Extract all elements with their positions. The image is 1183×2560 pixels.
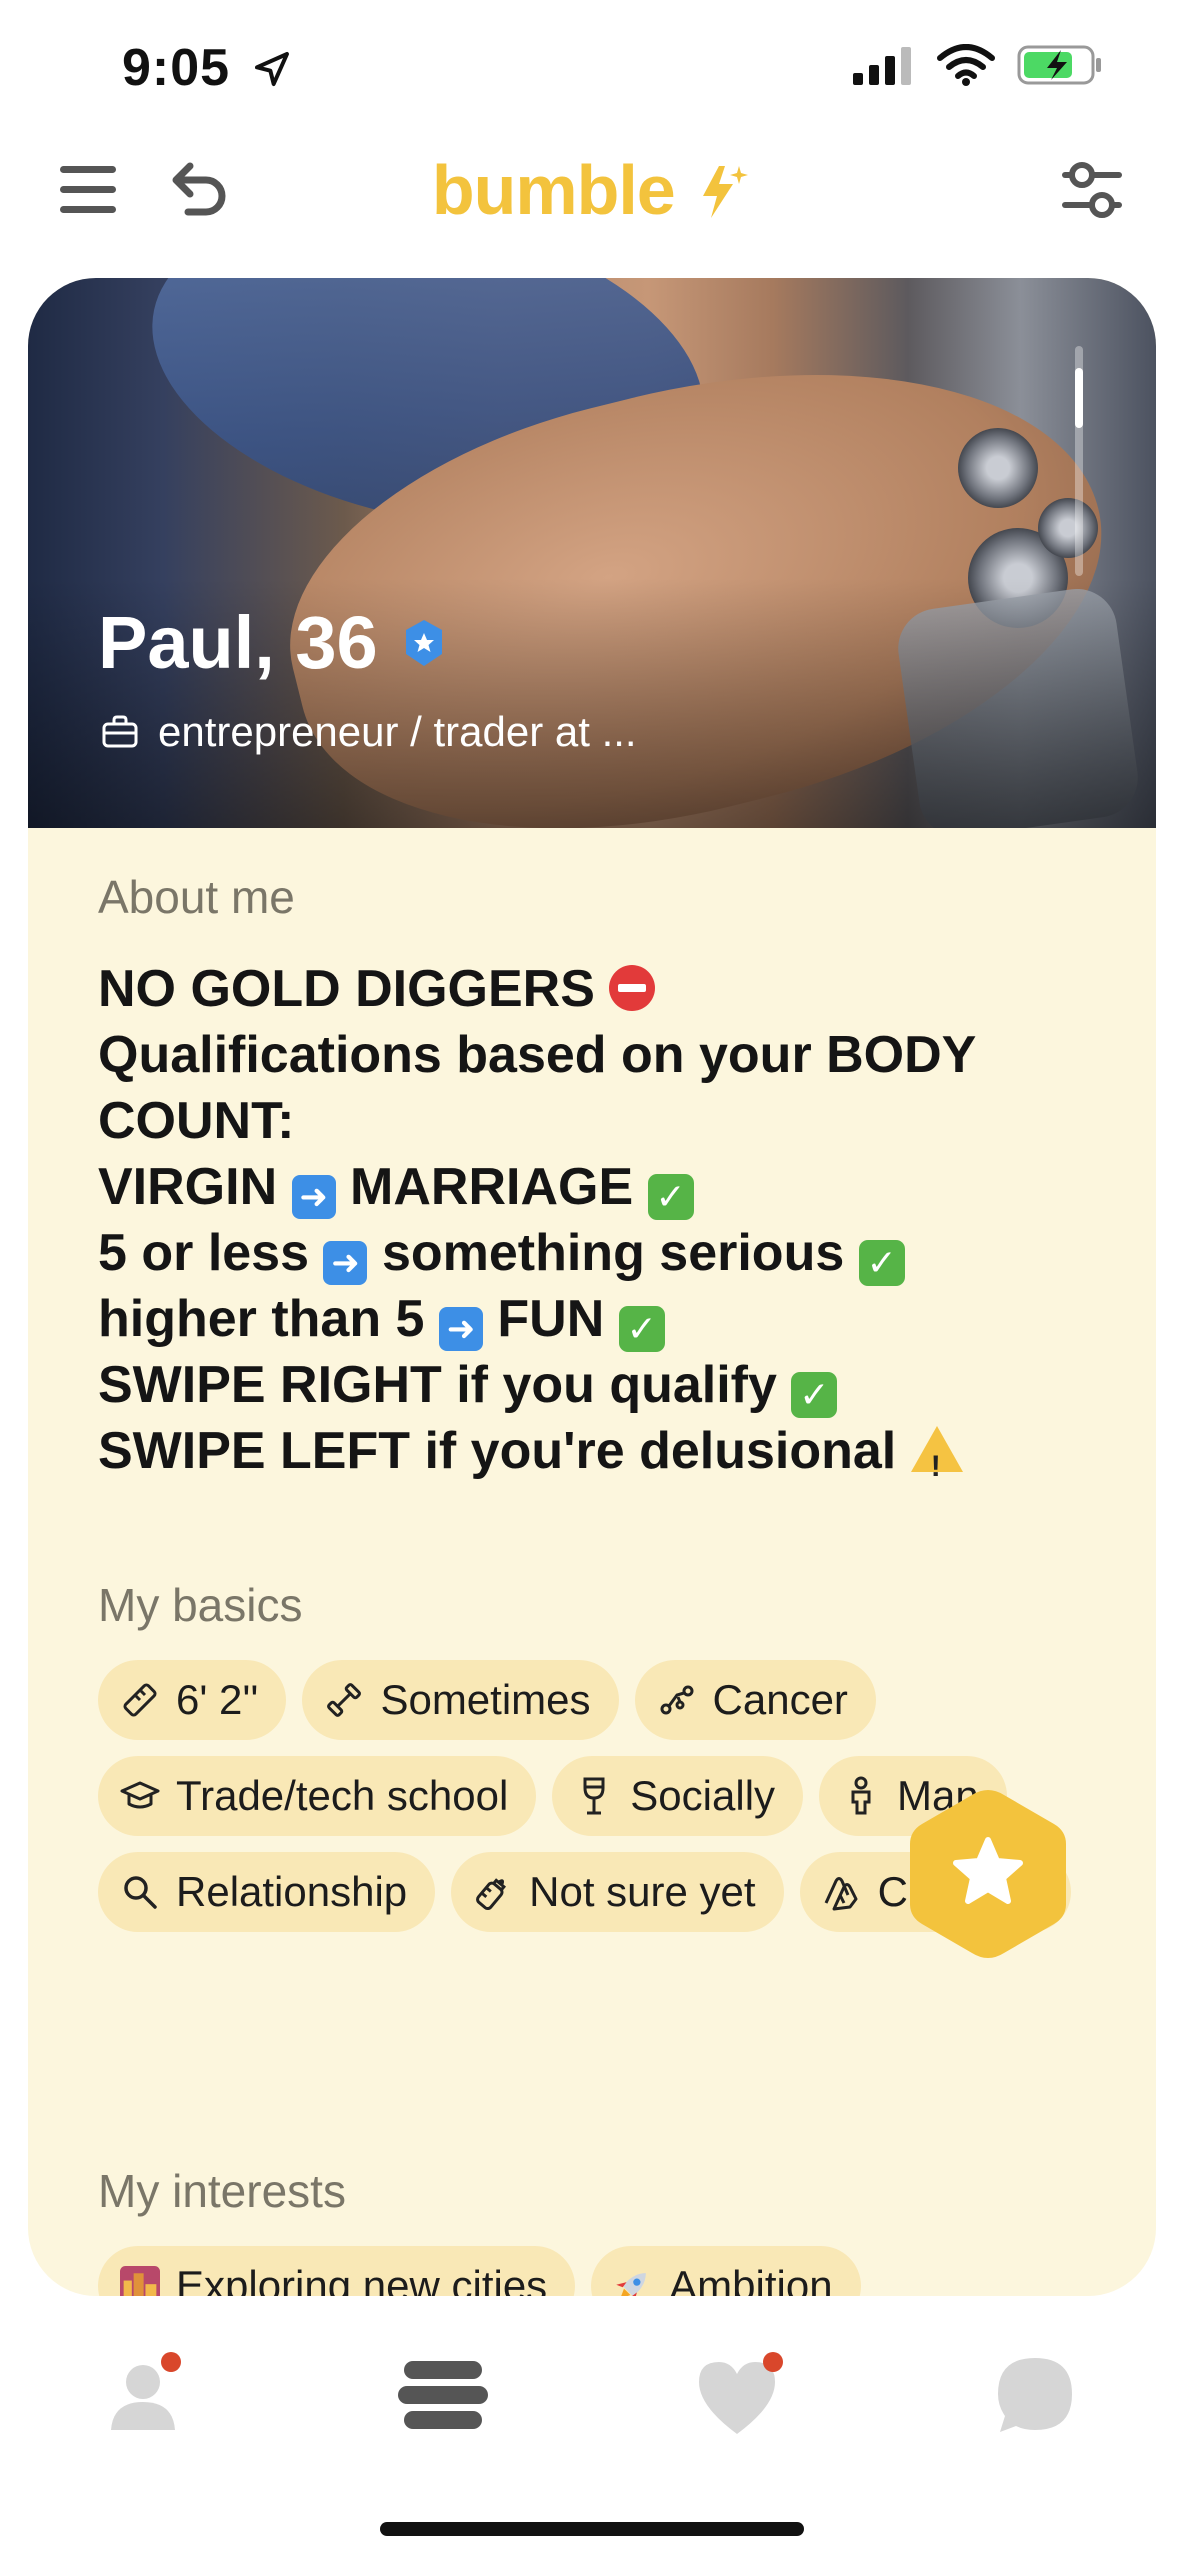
ruler-icon	[123, 1683, 157, 1717]
star-hexagon-icon	[910, 1790, 1066, 1958]
check-mark-emoji: ✓	[858, 1240, 905, 1286]
superswipe-button[interactable]	[900, 1786, 1076, 1962]
praying-hands-icon	[824, 1877, 858, 1911]
zodiac-icon	[660, 1685, 694, 1715]
nav-likes[interactable]	[686, 2340, 796, 2450]
person-icon	[851, 1776, 871, 1815]
chip-interest-cities: Exploring new cities	[98, 2246, 576, 2296]
chip-kids: Not sure yet	[451, 1852, 784, 1932]
home-indicator	[380, 2522, 804, 2536]
profile-job: entrepreneur / trader at ...	[102, 708, 637, 756]
chip-exercise: Sometimes	[302, 1660, 619, 1740]
profile-photo[interactable]: Paul, 36 entrepreneur / trader at ...	[28, 278, 1156, 828]
chip-height: 6' 2''	[98, 1660, 287, 1740]
no-entry-emoji	[609, 965, 656, 1011]
magnifier-icon	[124, 1876, 157, 1909]
status-icons	[853, 44, 1103, 86]
cityscape-emoji	[120, 2266, 160, 2296]
wifi-icon	[937, 44, 995, 86]
profile-icon	[111, 2352, 181, 2430]
chat-bubble-icon	[998, 2358, 1072, 2432]
check-mark-emoji: ✓	[791, 1372, 838, 1418]
bottom-nav	[0, 2300, 1183, 2500]
filters-button[interactable]	[1052, 150, 1132, 230]
right-arrow-emoji: ➜	[323, 1241, 368, 1285]
graduation-cap-icon	[120, 1781, 160, 1809]
check-mark-emoji: ✓	[618, 1306, 665, 1352]
chip-drinking: Socially	[552, 1756, 804, 1836]
nav-chats[interactable]	[980, 2340, 1090, 2450]
status-time: 9:05	[122, 38, 292, 98]
basics-title: My basics	[98, 1579, 303, 1631]
profile-name: Paul, 36	[98, 600, 446, 685]
heart-icon	[699, 2352, 783, 2434]
chip-education: Trade/tech school	[98, 1756, 537, 1836]
about-title: About me	[98, 871, 295, 923]
cellular-signal-icon	[853, 47, 911, 85]
rocket-emoji	[616, 2273, 647, 2296]
check-mark-emoji: ✓	[647, 1174, 694, 1220]
nav-profile[interactable]	[95, 2340, 205, 2450]
right-arrow-emoji: ➜	[438, 1307, 483, 1351]
briefcase-icon	[102, 715, 138, 748]
about-text: NO GOLD DIGGERS Qualifications based on …	[98, 960, 977, 1483]
baby-bottle-icon	[476, 1878, 507, 1911]
interests-title: My interests	[98, 2165, 346, 2217]
wine-glass-icon	[583, 1777, 605, 1815]
nav-discover[interactable]	[388, 2340, 498, 2450]
chip-interest-ambition: Ambition	[591, 2246, 861, 2296]
warning-emoji: !	[910, 1426, 963, 1483]
location-arrow-icon	[254, 52, 289, 86]
photo-scroll-indicator	[1075, 346, 1083, 576]
profile-card[interactable]: Paul, 36 entrepreneur / trader at ... Ab…	[28, 278, 1156, 2296]
verified-badge-icon	[405, 619, 442, 666]
stack-icon	[398, 2361, 488, 2429]
chip-looking-for: Relationship	[98, 1852, 436, 1932]
chip-zodiac: Cancer	[634, 1660, 876, 1740]
bumble-logo: bumble	[0, 150, 1183, 230]
dumbbell-icon	[327, 1683, 362, 1717]
right-arrow-emoji: ➜	[291, 1175, 336, 1219]
sliders-icon	[1062, 162, 1122, 218]
bolt-sparkle-icon	[703, 166, 749, 218]
interests-chips: Exploring new cities Ambition	[98, 2246, 1118, 2296]
battery-charging-icon	[1017, 45, 1101, 85]
